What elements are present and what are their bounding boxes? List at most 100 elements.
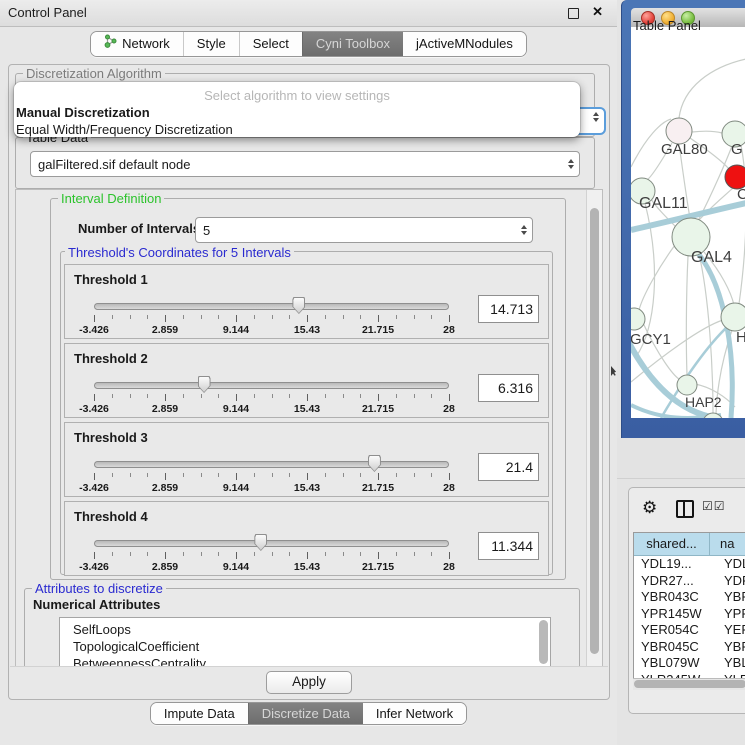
network-node-gcy1[interactable] — [631, 308, 645, 330]
slider-ticks — [94, 394, 449, 402]
threshold-slider-2[interactable]: -3.4262.8599.14415.4321.71528 — [94, 376, 449, 416]
threshold-slider-4[interactable]: -3.4262.8599.14415.4321.71528 — [94, 534, 449, 574]
network-window[interactable]: GAL80GCGAL11GAL4HGCY1HAP2 — [621, 0, 745, 438]
combo-stepper-icon — [563, 159, 579, 169]
tick-mark — [360, 394, 361, 398]
attributes-list-scrollbar[interactable] — [539, 620, 548, 664]
threshold-value-field[interactable]: 14.713 — [478, 295, 539, 323]
thresholds-list: Threshold 1-3.4262.8599.14415.4321.71528… — [64, 264, 549, 580]
network-node-hap2[interactable] — [677, 375, 697, 395]
tick-mark — [254, 315, 255, 319]
tab-label: Select — [253, 32, 289, 56]
algorithm-option-equal-width[interactable]: Equal Width/Frequency Discretization — [14, 120, 580, 137]
settings-vertical-scrollbar[interactable] — [586, 190, 602, 668]
attribute-list-item[interactable]: TopologicalCoefficient — [60, 638, 550, 655]
scrollbar-thumb[interactable] — [590, 208, 599, 654]
close-icon[interactable]: ✕ — [592, 4, 603, 20]
column-header-shared[interactable]: shared... — [634, 533, 710, 555]
tick-mark — [343, 552, 344, 556]
tick-label: -3.426 — [79, 324, 109, 336]
scrollbar-thumb[interactable] — [634, 680, 745, 688]
attribute-list-item[interactable]: SelfLoops — [60, 621, 550, 638]
table-row[interactable]: YBR043CYBR0 — [634, 589, 745, 606]
bottom-tab-infer-network[interactable]: Infer Network — [363, 703, 466, 724]
float-icon[interactable] — [568, 8, 579, 19]
checkboxes-icon[interactable]: ☑☑ — [702, 499, 726, 513]
tick-mark — [165, 473, 166, 480]
tick-mark — [130, 473, 131, 477]
bottom-tab-discretize-data[interactable]: Discretize Data — [248, 703, 363, 724]
threshold-panel-2: Threshold 2-3.4262.8599.14415.4321.71528… — [64, 343, 549, 418]
table-row[interactable]: YDR27...YDR2 — [634, 573, 745, 590]
table-cell-shared-name: YDR27... — [634, 573, 716, 590]
tick-label: 15.43 — [294, 482, 320, 494]
table-cell-name: YBR0 — [716, 639, 745, 656]
node-label: GAL80 — [661, 141, 708, 158]
tick-mark — [360, 315, 361, 319]
slider-thumb[interactable] — [198, 376, 211, 393]
network-node-h[interactable] — [721, 303, 745, 331]
table-row[interactable]: YER054CYER0 — [634, 622, 745, 639]
tab-select[interactable]: Select — [239, 32, 302, 56]
tab-network[interactable]: Network — [91, 32, 183, 56]
threshold-value-field[interactable]: 21.4 — [478, 453, 539, 481]
tab-style[interactable]: Style — [183, 32, 239, 56]
threshold-slider-1[interactable]: -3.4262.8599.14415.4321.71528 — [94, 297, 449, 337]
table-row[interactable]: YDL19...YDL1 — [634, 556, 745, 573]
tick-label: 28 — [443, 403, 455, 415]
table-row[interactable]: YBR045CYBR0 — [634, 639, 745, 656]
apply-button[interactable]: Apply — [266, 671, 352, 694]
table-row[interactable]: YPR145WYPR1 — [634, 606, 745, 623]
table-data-value: galFiltered.sif default node — [31, 157, 563, 172]
threshold-slider-3[interactable]: -3.4262.8599.14415.4321.71528 — [94, 455, 449, 495]
table-cell-name: YBR0 — [716, 589, 745, 606]
tab-jactivemnodules[interactable]: jActiveMNodules — [403, 32, 526, 56]
tick-mark — [360, 552, 361, 556]
table-row[interactable]: YBL079WYBL0 — [634, 655, 745, 672]
slider-thumb[interactable] — [254, 534, 267, 551]
slider-thumb[interactable] — [368, 455, 381, 472]
threshold-value-field[interactable]: 11.344 — [478, 532, 539, 560]
table-data-combobox[interactable]: galFiltered.sif default node — [30, 151, 580, 177]
gear-icon[interactable]: ⚙ — [642, 498, 657, 518]
tick-mark — [130, 394, 131, 398]
slider-ticks — [94, 552, 449, 560]
number-of-intervals-label: Number of Intervals — [78, 221, 200, 236]
slider-track[interactable] — [94, 303, 449, 310]
number-of-intervals-combobox[interactable]: 5 — [195, 217, 533, 243]
slider-track[interactable] — [94, 540, 449, 547]
tick-mark — [360, 473, 361, 477]
tick-mark — [183, 473, 184, 477]
threshold-value-field[interactable]: 6.316 — [478, 374, 539, 402]
thresholds-group: Threshold's Coordinates for 5 Intervals … — [60, 251, 553, 575]
number-of-intervals-value: 5 — [196, 223, 516, 238]
node-label: HAP2 — [685, 394, 722, 410]
column-header-name[interactable]: na — [710, 533, 745, 555]
table-horizontal-scrollbar[interactable] — [633, 678, 745, 690]
split-pane-icon[interactable] — [676, 500, 694, 518]
tick-mark — [236, 394, 237, 401]
algorithm-option-manual[interactable]: Manual Discretization — [14, 103, 580, 120]
tick-label: 9.144 — [223, 561, 249, 573]
tab-cyni-toolbox[interactable]: Cyni Toolbox — [302, 32, 403, 56]
threshold-label: Threshold 3 — [74, 430, 148, 445]
tick-label: 2.859 — [152, 403, 178, 415]
bottom-tab-impute-data[interactable]: Impute Data — [151, 703, 248, 724]
tab-label: Cyni Toolbox — [316, 32, 390, 56]
tab-label: Discretize Data — [262, 703, 350, 724]
tick-mark — [218, 473, 219, 477]
tick-mark — [307, 473, 308, 480]
slider-thumb[interactable] — [292, 297, 305, 314]
tick-mark — [307, 552, 308, 559]
tick-mark — [289, 552, 290, 556]
tick-label: 9.144 — [223, 482, 249, 494]
tick-mark — [325, 315, 326, 319]
slider-track[interactable] — [94, 461, 449, 468]
tick-mark — [449, 552, 450, 559]
tick-mark — [325, 394, 326, 398]
slider-track[interactable] — [94, 382, 449, 389]
tick-mark — [165, 394, 166, 401]
network-canvas[interactable]: GAL80GCGAL11GAL4HGCY1HAP2 — [631, 27, 745, 418]
network-edge — [686, 256, 688, 375]
tick-mark — [201, 552, 202, 556]
